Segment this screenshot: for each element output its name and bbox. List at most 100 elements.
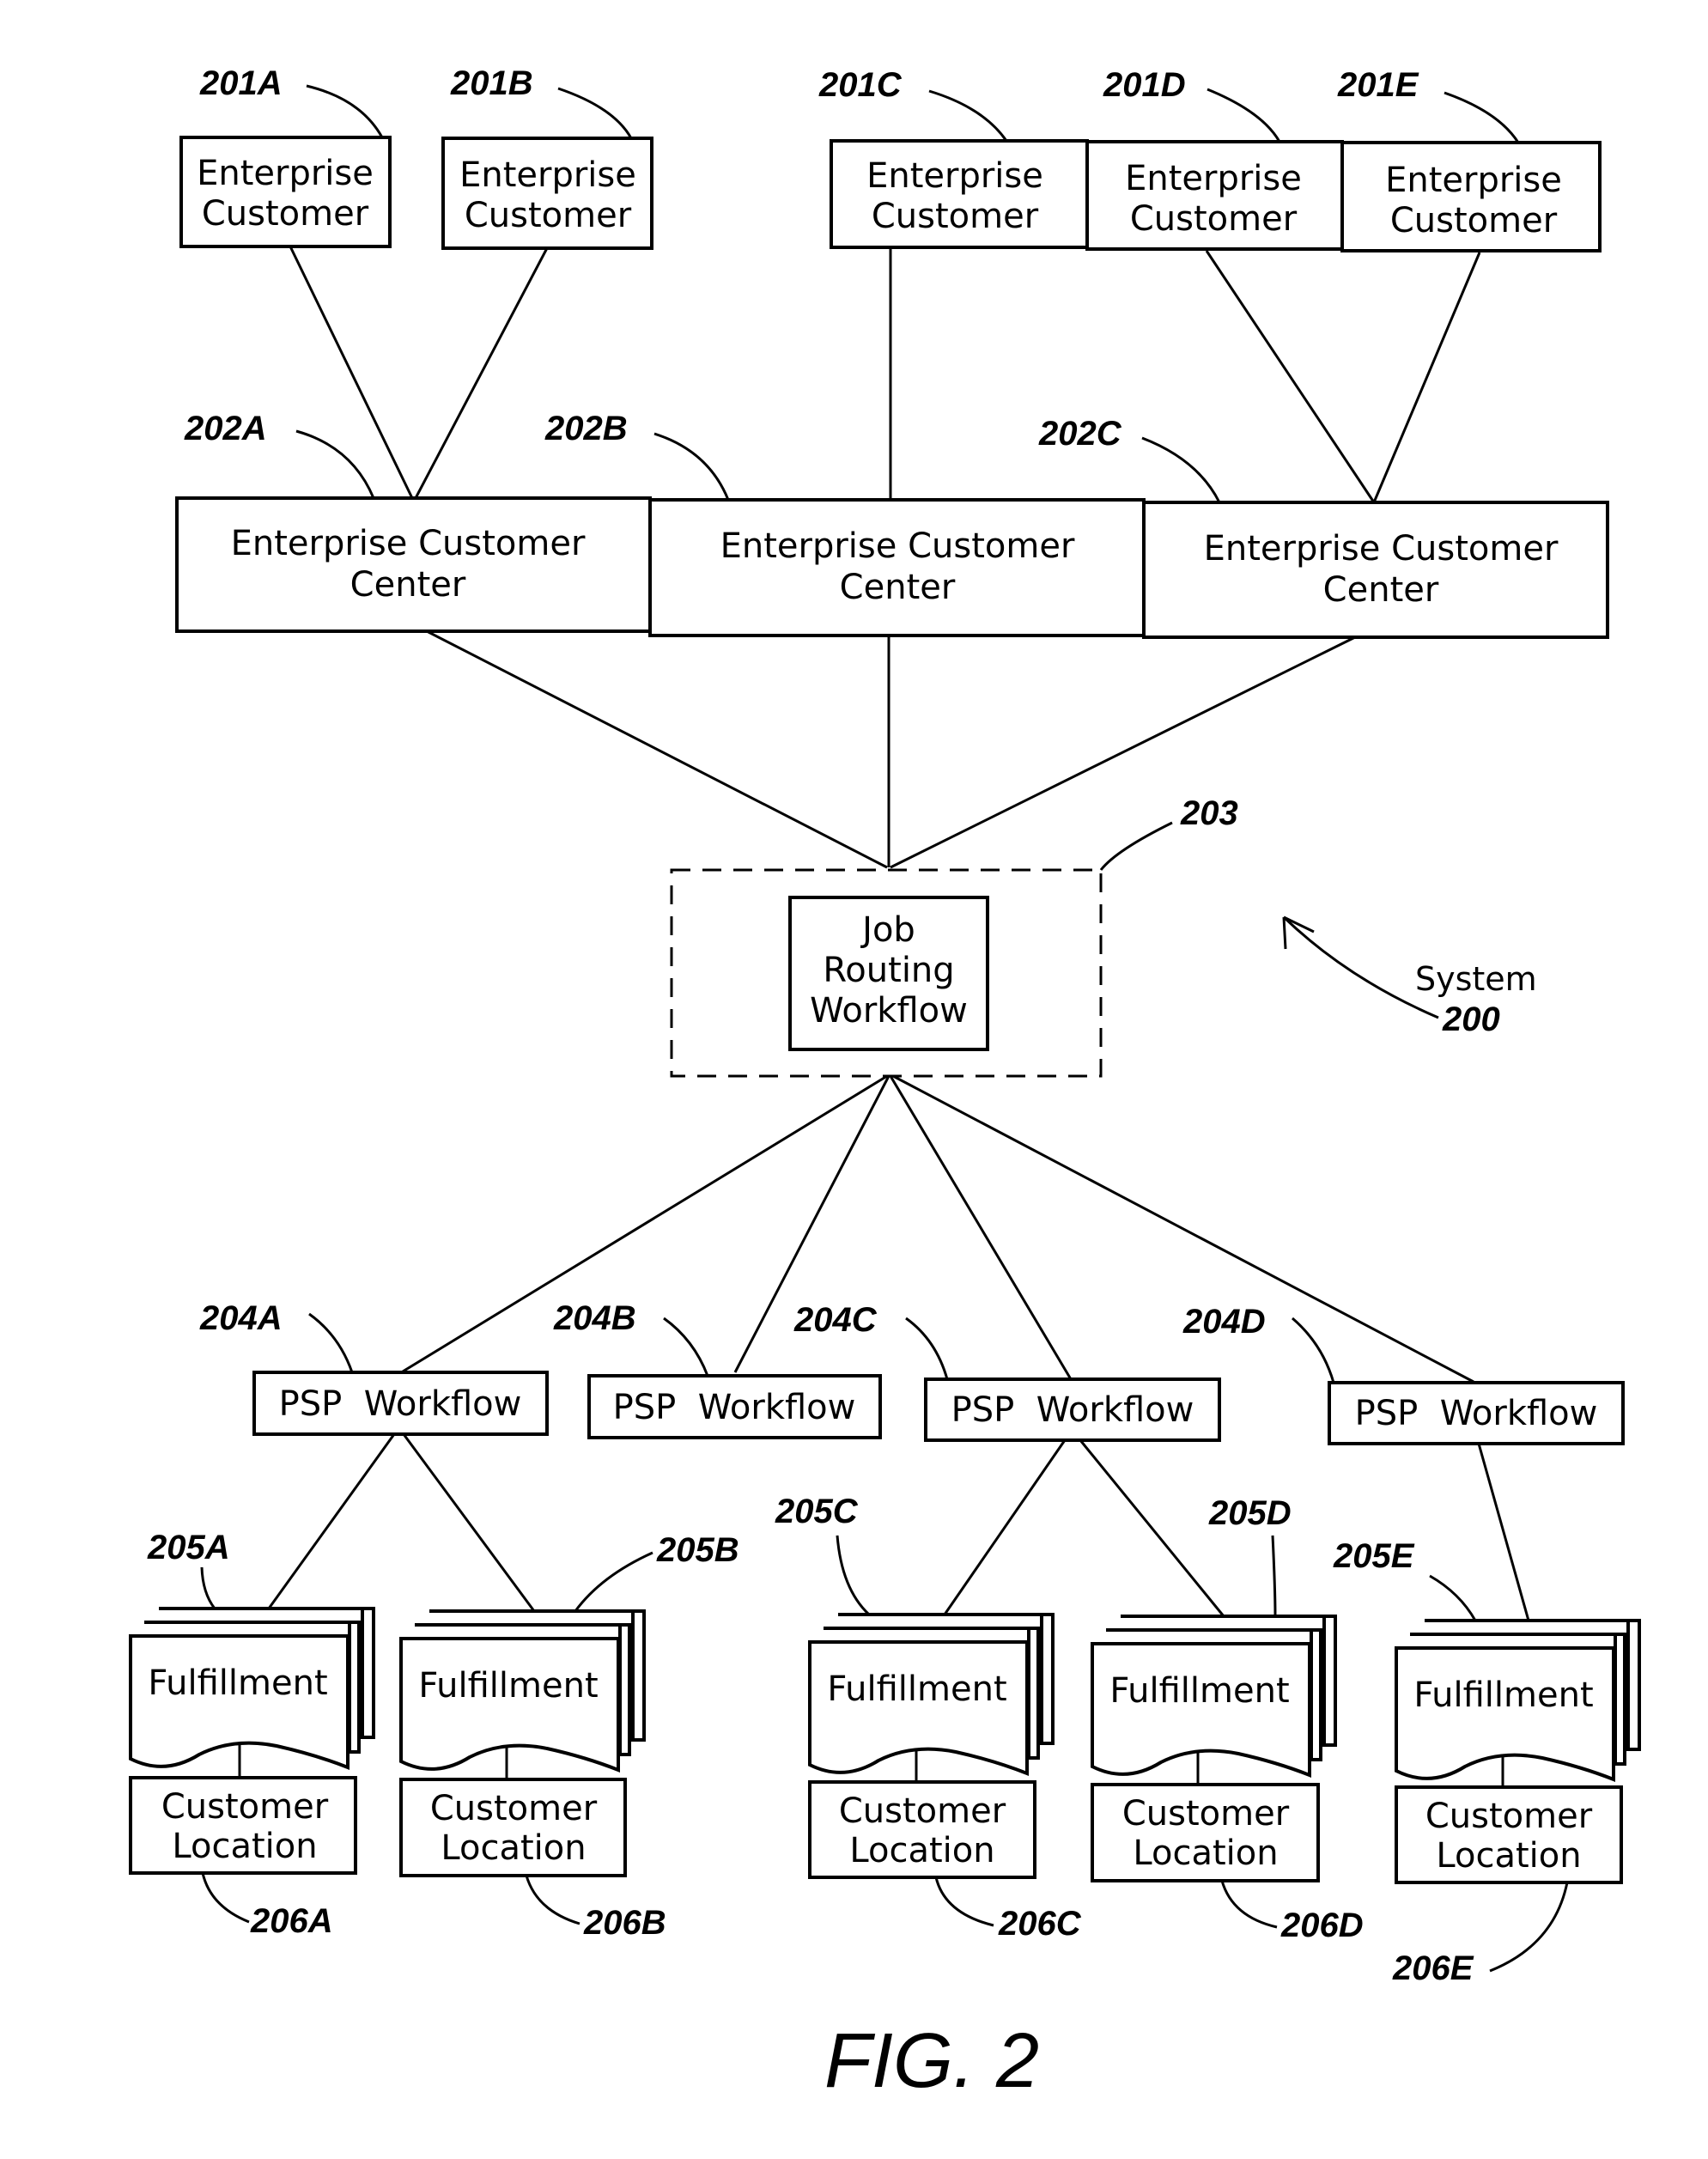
customer-location-206A: Customer Location (129, 1776, 357, 1875)
ref-label-205E: 205E (1333, 1537, 1415, 1575)
leader-201A (306, 84, 384, 138)
ref-label-204A: 204A (199, 1299, 283, 1337)
box-label-line2: Location (1133, 1834, 1278, 1873)
system-ref: 200 (1442, 1000, 1500, 1038)
ref-label-205B: 205B (656, 1531, 739, 1569)
ref-label-205C: 205C (775, 1493, 859, 1530)
connector-201B-202A (414, 247, 549, 499)
box-label-line2: Customer (872, 197, 1039, 236)
leader-206B (525, 1875, 580, 1925)
customer-location-206B: Customer Location (399, 1778, 627, 1877)
leader-206E (1489, 1882, 1569, 1973)
connector-204A-205B (402, 1433, 536, 1612)
box-label: PSP Workflow (951, 1390, 1194, 1430)
leader-201B (557, 87, 633, 139)
ref-label-206E: 206E (1392, 1949, 1474, 1987)
box-label-line2: Customer (202, 194, 369, 234)
leader-206C (934, 1876, 994, 1927)
box-label-line1: Customer (161, 1787, 329, 1827)
leader-204A (308, 1312, 354, 1373)
ref-label-201C: 201C (818, 66, 903, 104)
leader-205B (574, 1551, 653, 1612)
enterprise-customer-201D: Enterprise Customer (1085, 140, 1344, 251)
box-label-line1: Enterprise (459, 155, 636, 195)
ref-label-205D: 205D (1208, 1494, 1292, 1532)
leader-204D (1292, 1317, 1335, 1384)
box-label-line1: Enterprise (197, 154, 374, 193)
leader-206A (201, 1872, 250, 1924)
box-label-line2: Location (849, 1831, 994, 1870)
leader-203 (1099, 821, 1173, 871)
ref-label-204B: 204B (553, 1299, 636, 1337)
customer-location-206E: Customer Location (1395, 1785, 1623, 1884)
leader-202A (295, 429, 375, 499)
box-label-line1: Customer (1122, 1794, 1290, 1834)
ref-label-203: 203 (1180, 794, 1238, 832)
ref-label-204C: 204C (793, 1301, 878, 1339)
ref-label-206B: 206B (583, 1904, 666, 1942)
customer-center-202C: Enterprise Customer Center (1142, 501, 1609, 639)
system-label: System (1415, 960, 1537, 998)
box-label-line1: Customer (839, 1791, 1006, 1831)
customer-center-202B: Enterprise Customer Center (648, 498, 1146, 637)
connector-204A-205A (267, 1433, 396, 1609)
leader-201C (928, 89, 1008, 142)
connector-202A-203 (426, 629, 888, 869)
system-200-diagram: Enterprise Customer Enterprise Customer … (129, 64, 1641, 2104)
box-label: Fulfillment (1413, 1676, 1593, 1715)
leader-205A (200, 1566, 216, 1609)
leader-202C (1141, 436, 1221, 503)
box-label-line2: Location (441, 1828, 586, 1868)
leader-201D (1207, 88, 1281, 143)
box-label-line2: Center (350, 565, 466, 605)
leader-201E (1444, 91, 1520, 143)
enterprise-customer-201E: Enterprise Customer (1340, 141, 1602, 252)
box-label: PSP Workflow (279, 1384, 522, 1424)
box-label-line1: Enterprise (1385, 161, 1562, 200)
ref-label-202A: 202A (184, 410, 267, 447)
enterprise-customer-201A: Enterprise Customer (179, 136, 392, 248)
enterprise-customer-201B: Enterprise Customer (441, 137, 653, 250)
ref-label-206A: 206A (250, 1902, 333, 1940)
box-label: Fulfillment (418, 1666, 598, 1706)
box-label-line1: Enterprise Customer (1204, 529, 1559, 569)
box-label-line1: Enterprise (866, 156, 1043, 196)
connector-204C-205D (1079, 1439, 1225, 1617)
connector-204C-205C (943, 1439, 1067, 1615)
box-label-line3: Workflow (810, 991, 968, 1031)
ref-label-206D: 206D (1280, 1907, 1364, 1944)
ref-label-202C: 202C (1038, 415, 1122, 453)
connector-202C-203 (890, 636, 1356, 869)
connector-201D-202C (1205, 250, 1376, 503)
box-label-line1: Enterprise Customer (720, 526, 1075, 566)
box-label-line2: Center (1323, 570, 1439, 610)
box-label-line1: Enterprise (1125, 159, 1302, 198)
leader-206D (1220, 1880, 1278, 1929)
leader-204C (905, 1317, 949, 1380)
ref-label-201E: 201E (1337, 66, 1419, 104)
box-label-line2: Center (840, 568, 956, 607)
box-label: Fulfillment (1109, 1671, 1289, 1711)
box-label: PSP Workflow (1355, 1394, 1598, 1433)
leader-202B (653, 432, 730, 501)
psp-workflow-204A: PSP Workflow (252, 1371, 549, 1436)
psp-workflow-204B: PSP Workflow (587, 1374, 882, 1439)
fulfillment-205E: Fulfillment (1395, 1619, 1641, 1782)
ref-label-206C: 206C (998, 1905, 1082, 1943)
box-label-line1: Customer (1425, 1797, 1593, 1836)
fulfillment-205B: Fulfillment (399, 1609, 646, 1773)
psp-workflow-204D: PSP Workflow (1328, 1381, 1625, 1445)
connector-204D-205E (1477, 1443, 1530, 1621)
box-label-line1: Enterprise Customer (231, 524, 586, 563)
leader-204B (663, 1317, 709, 1377)
enterprise-customer-201C: Enterprise Customer (830, 139, 1089, 249)
box-label-line2: Location (1436, 1836, 1581, 1876)
ref-label-201A: 201A (199, 64, 283, 102)
box-label: Fulfillment (148, 1663, 327, 1703)
box-label-line1: Job (860, 910, 915, 950)
fulfillment-205A: Fulfillment (129, 1607, 375, 1770)
leader-205E (1429, 1574, 1477, 1621)
ref-label-204D: 204D (1182, 1303, 1266, 1341)
box-label-line2: Location (172, 1827, 317, 1866)
box-label-line2: Routing (823, 951, 954, 990)
